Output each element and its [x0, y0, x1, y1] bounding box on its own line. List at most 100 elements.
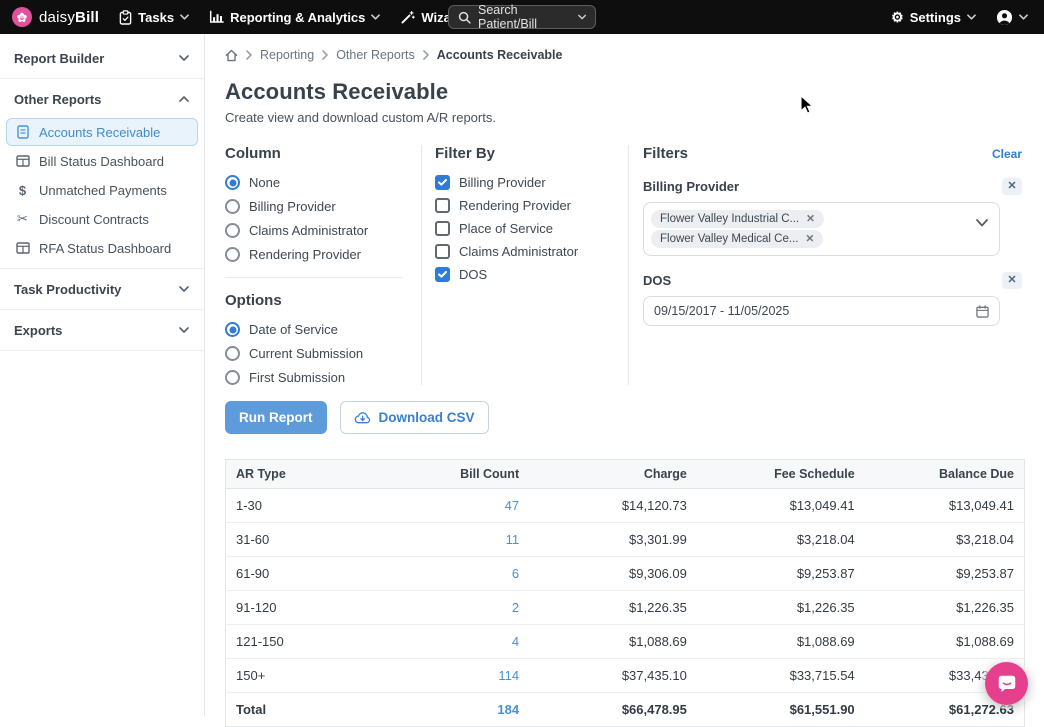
table-row: 150+ 114 $37,435.10 $33,715.54 $33,436.2… — [226, 659, 1025, 693]
navbar-right: ⚙ Settings — [891, 9, 1028, 26]
nav-reporting-analytics[interactable]: Reporting & Analytics — [209, 10, 380, 25]
radio-option-date-of-service[interactable]: Date of Service — [225, 322, 407, 337]
balance-due-cell: $9,253.87 — [865, 557, 1025, 591]
bill-count-link[interactable]: 4 — [512, 634, 519, 649]
bill-count-link[interactable]: 11 — [506, 532, 520, 547]
chevron-down-icon — [179, 286, 189, 292]
settings-label: Settings — [910, 10, 961, 25]
calendar-icon — [976, 305, 989, 318]
sidebar-item-label: Discount Contracts — [39, 212, 149, 227]
run-report-button[interactable]: Run Report — [225, 401, 327, 434]
billing-provider-filter-label: Billing Provider — [643, 179, 739, 194]
search-patient-bill[interactable]: Search Patient/Bill — [448, 5, 596, 29]
main-content: Reporting Other Reports Accounts Receiva… — [205, 34, 1044, 716]
checkbox-label: Place of Service — [459, 221, 553, 236]
radio-label: Billing Provider — [249, 199, 336, 214]
nav-profile[interactable] — [996, 9, 1028, 26]
radio-label: None — [249, 175, 280, 190]
nav-reporting-label: Reporting & Analytics — [230, 10, 365, 25]
fee-schedule-cell: $1,088.69 — [697, 625, 865, 659]
remove-dos-filter-button[interactable]: ✕ — [1002, 272, 1022, 289]
checkbox-icon — [435, 198, 450, 213]
bill-count-link[interactable]: 114 — [498, 668, 519, 683]
bill-count-link[interactable]: 6 — [512, 566, 519, 581]
balance-due-cell: $1,088.69 — [865, 625, 1025, 659]
download-csv-button[interactable]: Download CSV — [340, 401, 489, 434]
dollar-icon: $ — [15, 183, 30, 198]
radio-column-none[interactable]: None — [225, 175, 407, 190]
chat-widget-button[interactable] — [985, 662, 1028, 705]
table-icon — [15, 242, 30, 254]
checkbox-label: DOS — [459, 267, 487, 282]
sidebar-item-label: Accounts Receivable — [39, 125, 160, 140]
breadcrumb-reporting[interactable]: Reporting — [260, 48, 314, 62]
col-header-ar-type: AR Type — [226, 460, 410, 489]
dos-date-range-input[interactable]: 09/15/2017 - 11/05/2025 — [643, 296, 1000, 326]
remove-chip-icon[interactable]: ✕ — [806, 213, 815, 225]
divider — [0, 350, 204, 351]
radio-column-rendering-provider[interactable]: Rendering Provider — [225, 247, 407, 262]
sidebar-item-label: Bill Status Dashboard — [39, 154, 164, 169]
radio-column-billing-provider[interactable]: Billing Provider — [225, 199, 407, 214]
options-section-title: Options — [225, 292, 407, 309]
table-header-row: AR Type Bill Count Charge Fee Schedule B… — [226, 460, 1025, 489]
bill-count-link[interactable]: 2 — [512, 600, 519, 615]
brand-name: daisyBill — [39, 9, 99, 26]
checkbox-label: Claims Administrator — [459, 244, 578, 259]
charge-cell: $9,306.09 — [529, 557, 697, 591]
checkbox-billing-provider[interactable]: Billing Provider — [435, 175, 628, 190]
checkbox-claims-administrator[interactable]: Claims Administrator — [435, 244, 628, 259]
fee-schedule-cell: $3,218.04 — [697, 523, 865, 557]
nav-tasks[interactable]: Tasks — [119, 10, 189, 25]
bill-count-link[interactable]: 47 — [505, 498, 519, 513]
radio-column-claims-administrator[interactable]: Claims Administrator — [225, 223, 407, 238]
sidebar-item-rfa-status-dashboard[interactable]: RFA Status Dashboard — [6, 234, 198, 262]
clear-filters-link[interactable]: Clear — [992, 147, 1022, 161]
charge-cell: $1,088.69 — [529, 625, 697, 659]
home-icon[interactable] — [225, 49, 238, 62]
ar-type-cell: 31-60 — [226, 523, 410, 557]
nav-settings[interactable]: ⚙ Settings — [891, 10, 976, 25]
chip-label: Flower Valley Medical Ce... — [660, 233, 798, 245]
divider — [0, 78, 204, 79]
chevron-down-icon — [976, 219, 988, 227]
radio-option-current-submission[interactable]: Current Submission — [225, 346, 407, 361]
checkbox-rendering-provider[interactable]: Rendering Provider — [435, 198, 628, 213]
filters-title: Filters — [643, 145, 688, 162]
balance-due-cell: $3,218.04 — [865, 523, 1025, 557]
brand-logo[interactable]: ✿ daisyBill — [12, 7, 99, 27]
billing-provider-multiselect[interactable]: Flower Valley Industrial C... ✕ Flower V… — [643, 202, 1000, 256]
filters-panel: Filters Clear Billing Provider ✕ Flower … — [628, 145, 1022, 385]
radio-icon — [225, 223, 240, 238]
remove-billing-provider-filter-button[interactable]: ✕ — [1002, 178, 1022, 195]
balance-due-cell: $1,226.35 — [865, 591, 1025, 625]
sidebar-section-report-builder[interactable]: Report Builder — [0, 40, 204, 76]
top-navbar: ✿ daisyBill Tasks Reporting & Analytics … — [0, 0, 1044, 34]
fee-schedule-cell: $13,049.41 — [697, 489, 865, 523]
ar-type-cell: 91-120 — [226, 591, 410, 625]
checkbox-dos[interactable]: DOS — [435, 267, 628, 282]
checkbox-icon — [435, 244, 450, 259]
checkbox-icon — [435, 267, 450, 282]
divider — [0, 309, 204, 310]
divider — [0, 268, 204, 269]
sidebar-item-bill-status-dashboard[interactable]: Bill Status Dashboard — [6, 147, 198, 175]
breadcrumb-separator — [246, 50, 252, 60]
breadcrumb-separator — [322, 50, 328, 60]
sidebar-section-other-reports[interactable]: Other Reports — [0, 81, 204, 117]
sidebar-section-exports[interactable]: Exports — [0, 312, 204, 348]
col-header-balance-due: Balance Due — [865, 460, 1025, 489]
document-icon — [15, 125, 30, 139]
checkbox-place-of-service[interactable]: Place of Service — [435, 221, 628, 236]
bill-count-link[interactable]: 184 — [497, 702, 519, 717]
balance-due-cell: $13,049.41 — [865, 489, 1025, 523]
sidebar-item-unmatched-payments[interactable]: $ Unmatched Payments — [6, 176, 198, 204]
radio-option-first-submission[interactable]: First Submission — [225, 370, 407, 385]
ar-type-cell: 150+ — [226, 659, 410, 693]
remove-chip-icon[interactable]: ✕ — [805, 233, 814, 245]
sidebar-item-discount-contracts[interactable]: ✂ Discount Contracts — [6, 205, 198, 233]
breadcrumb-other-reports[interactable]: Other Reports — [336, 48, 415, 62]
sidebar-item-accounts-receivable[interactable]: Accounts Receivable — [6, 118, 198, 146]
clipboard-icon — [119, 10, 132, 25]
sidebar-section-task-productivity[interactable]: Task Productivity — [0, 271, 204, 307]
